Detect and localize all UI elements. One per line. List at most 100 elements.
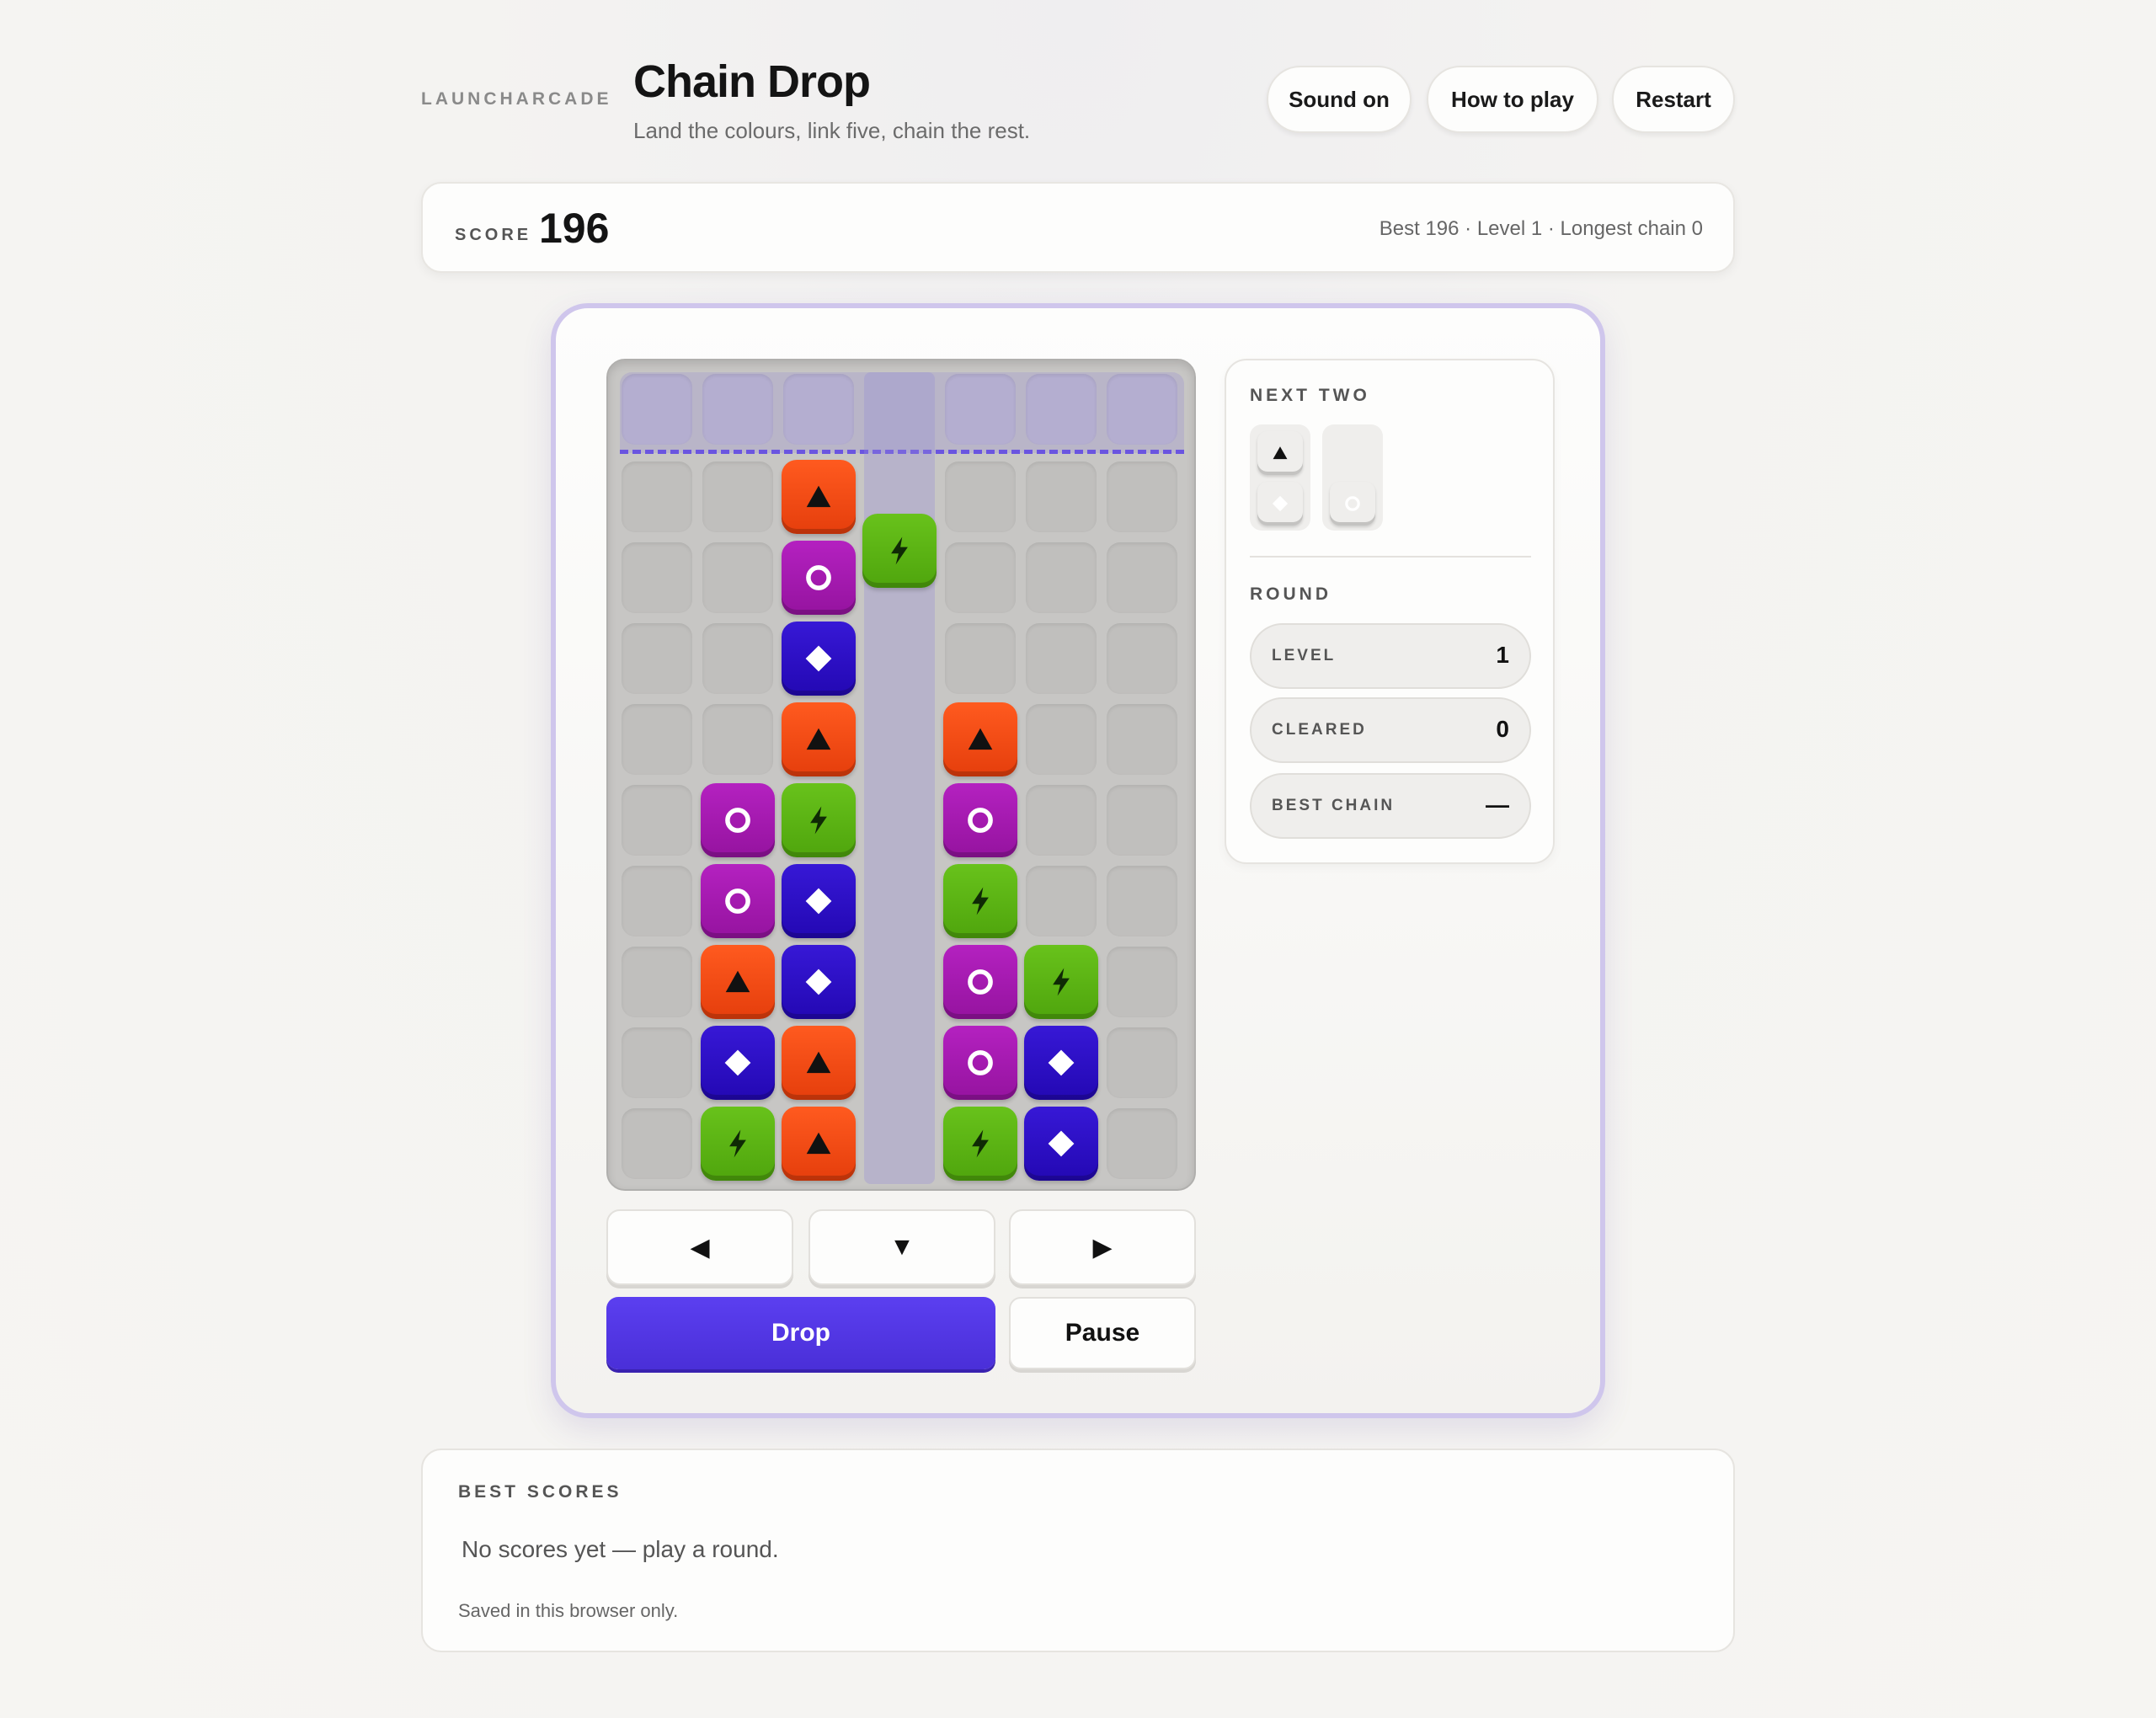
- stat-best-chain: BEST CHAIN —: [1250, 773, 1531, 839]
- board-cell: [945, 462, 1016, 532]
- score-label: SCORE: [455, 226, 532, 244]
- spawn-cell: [1026, 374, 1097, 445]
- board-cell: [622, 785, 692, 856]
- board-cell: [622, 542, 692, 613]
- active-column-highlight: [864, 372, 935, 1184]
- board-cell: [622, 462, 692, 532]
- board-cell: [1026, 623, 1097, 694]
- board-cell: [1107, 947, 1177, 1017]
- bolt-icon: [800, 802, 837, 839]
- game-card: ◀ ▼ ▶ Drop Pause NEXT TWO ROUND LEVEL 1 …: [551, 303, 1605, 1418]
- diamond-icon: [719, 1044, 756, 1081]
- stat-cleared-value: 0: [1496, 716, 1509, 742]
- stat-best-chain-value: —: [1486, 792, 1509, 818]
- falling-tile: [862, 514, 937, 588]
- board-tile: [782, 1026, 856, 1100]
- ring-icon: [719, 883, 756, 920]
- board-tile: [943, 1026, 1017, 1100]
- spawn-cell: [1107, 374, 1177, 445]
- board-cell: [622, 623, 692, 694]
- triangle-icon: [800, 721, 837, 758]
- bolt-icon: [719, 1125, 756, 1162]
- board-tile: [701, 945, 775, 1019]
- bolt-icon: [962, 1125, 999, 1162]
- board-cell: [1026, 462, 1097, 532]
- board-tile: [782, 622, 856, 696]
- board-cell: [1107, 1108, 1177, 1179]
- board-cell: [702, 704, 773, 775]
- board-tile: [701, 1026, 775, 1100]
- sound-toggle-button[interactable]: Sound on: [1267, 66, 1412, 133]
- ring-icon: [719, 802, 756, 839]
- board-tile: [943, 864, 1017, 938]
- next-tile: [1257, 482, 1303, 526]
- board-tile: [943, 783, 1017, 857]
- board-cell: [1026, 704, 1097, 775]
- stat-best-chain-label: BEST CHAIN: [1272, 797, 1396, 814]
- board-tile: [782, 460, 856, 534]
- triangle-icon: [1269, 442, 1291, 464]
- spawn-cell: [783, 374, 854, 445]
- best-scores-card: BEST SCORES No scores yet — play a round…: [421, 1449, 1735, 1652]
- diamond-icon: [1269, 493, 1291, 515]
- best-scores-note: Saved in this browser only.: [458, 1600, 679, 1621]
- ring-icon: [800, 559, 837, 596]
- triangle-icon: [719, 963, 756, 1000]
- board-cell: [622, 866, 692, 936]
- diamond-icon: [800, 963, 837, 1000]
- board-tile: [701, 1107, 775, 1181]
- move-down-button[interactable]: ▼: [808, 1209, 995, 1285]
- board-cell: [622, 1108, 692, 1179]
- board-tile: [1024, 945, 1098, 1019]
- game-board[interactable]: [606, 359, 1196, 1191]
- diamond-icon: [1043, 1125, 1080, 1162]
- stat-cleared: CLEARED 0: [1250, 697, 1531, 763]
- board-tile: [782, 945, 856, 1019]
- drop-button[interactable]: Drop: [606, 1297, 995, 1369]
- board-cell: [622, 704, 692, 775]
- board-cell: [702, 462, 773, 532]
- pause-button[interactable]: Pause: [1009, 1297, 1196, 1369]
- board-cell: [702, 623, 773, 694]
- ring-icon: [1342, 493, 1364, 515]
- board-tile: [1024, 1026, 1098, 1100]
- spawn-cell: [622, 374, 692, 445]
- board-tile: [701, 783, 775, 857]
- next-piece-1: [1250, 424, 1310, 531]
- board-tile: [1024, 1107, 1098, 1181]
- ring-icon: [962, 802, 999, 839]
- bolt-icon: [881, 532, 918, 569]
- board-cell: [1026, 866, 1097, 936]
- brand-label: LAUNCHARCADE: [421, 89, 612, 109]
- move-left-button[interactable]: ◀: [606, 1209, 793, 1285]
- board-cell: [1107, 785, 1177, 856]
- best-scores-heading: BEST SCORES: [458, 1482, 622, 1502]
- score-meta: Best 196 · Level 1 · Longest chain 0: [1379, 217, 1703, 240]
- board-tile: [943, 702, 1017, 776]
- triangle-icon: [962, 721, 999, 758]
- board-tile: [782, 783, 856, 857]
- board-tile: [943, 1107, 1017, 1181]
- restart-button[interactable]: Restart: [1612, 66, 1735, 133]
- board-cell: [622, 1027, 692, 1098]
- side-panel: NEXT TWO ROUND LEVEL 1 CLEARED 0 BEST CH…: [1225, 359, 1555, 864]
- next-tile: [1257, 431, 1303, 475]
- stat-level-label: LEVEL: [1272, 647, 1337, 664]
- panel-divider: [1250, 556, 1531, 558]
- board-cell: [1107, 462, 1177, 532]
- next-tile: [1330, 482, 1375, 526]
- board-cell: [1107, 866, 1177, 936]
- move-right-button[interactable]: ▶: [1009, 1209, 1196, 1285]
- board-cell: [1026, 785, 1097, 856]
- page-subtitle: Land the colours, link five, chain the r…: [633, 118, 1031, 143]
- how-to-play-button[interactable]: How to play: [1427, 66, 1598, 133]
- diamond-icon: [800, 640, 837, 677]
- score-value: 196: [539, 205, 610, 252]
- board-cell: [1026, 542, 1097, 613]
- stat-level-value: 1: [1496, 642, 1509, 668]
- bolt-icon: [962, 883, 999, 920]
- board-cell: [702, 542, 773, 613]
- stat-level: LEVEL 1: [1250, 623, 1531, 689]
- board-tile: [782, 541, 856, 615]
- ring-icon: [962, 963, 999, 1000]
